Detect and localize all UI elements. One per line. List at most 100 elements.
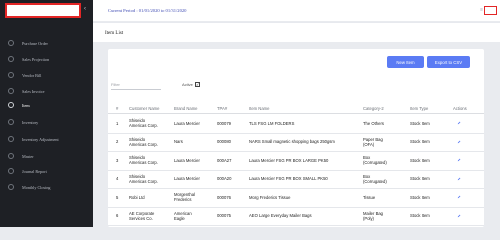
sidebar-item-label: Inventory [22, 119, 39, 125]
col-customer-header[interactable]: Customer Name [129, 106, 159, 111]
edit-icon[interactable] [457, 121, 461, 125]
sidebar-item-label: Purchase Order [22, 40, 48, 46]
item-name: Laura Mercier FSG PR BOX SMALL PK50 [249, 176, 328, 182]
menu-item-icon [8, 102, 14, 108]
customer-name: Shiseido Americas Corp. [129, 173, 158, 184]
header-divider [108, 113, 484, 114]
tpa-number: 000080 [217, 139, 231, 145]
row-divider [108, 206, 484, 207]
col-category-header[interactable]: Category-2 [363, 106, 384, 111]
item-type: Stock Item [410, 213, 430, 219]
sidebar-item-label: Sales Projection [22, 56, 50, 62]
hamburger-icon[interactable]: ≡ [480, 7, 483, 13]
edit-icon[interactable] [457, 214, 461, 218]
menu-item-icon [8, 56, 14, 62]
customer-name: AE Corporate Services Co. [129, 210, 155, 221]
brand-name: Morgenthal Frederics [174, 192, 195, 203]
filter-underline [111, 89, 161, 90]
row-divider [108, 151, 484, 152]
item-name: Morg Frederics Tissue [249, 194, 291, 200]
sidebar-item-sales-projection[interactable]: Sales Projection [0, 53, 93, 65]
col-tpa-header[interactable]: TPA# [217, 106, 227, 111]
tpa-number: 000A20 [217, 176, 232, 182]
item-type: Stock Item [410, 120, 430, 126]
sidebar-item-label: Master [22, 153, 34, 159]
item-type: Stock Item [410, 157, 430, 163]
row-divider [108, 132, 484, 133]
export-csv-button[interactable]: Export to CSV [427, 56, 470, 68]
row-divider [108, 169, 484, 170]
menu-item-icon [8, 40, 14, 46]
item-name: Laura Mercier FSG PR BOX LARGE PK50 [249, 157, 329, 163]
edit-icon[interactable] [457, 177, 461, 181]
sidebar-item-inventory[interactable]: Inventory [0, 116, 93, 128]
col-item-name-header[interactable]: Item Name [249, 106, 269, 111]
new-item-button[interactable]: New Item [387, 56, 424, 68]
user-menu-box[interactable] [484, 6, 497, 15]
sidebar-item-label: Journal Report [22, 168, 47, 174]
menu-item-icon [8, 184, 14, 190]
sidebar-item-purchase-order[interactable]: Purchase Order [0, 37, 93, 49]
row-number: 3 [116, 157, 119, 163]
sidebar: ‹ Purchase Order Sales Projection Vendor B… [0, 0, 93, 227]
tpa-number: 000A27 [217, 157, 232, 163]
brand-name: Nars [174, 139, 183, 145]
brand-name: Laura Mercier [174, 120, 200, 126]
category: Tissue [363, 194, 376, 200]
customer-name: Shiseido Americas Corp. [129, 155, 158, 166]
sidebar-item-label: Inventory Adjustment [22, 136, 59, 142]
sidebar-item-master[interactable]: Master [0, 150, 93, 162]
sidebar-item-label: Sales Invoice [22, 88, 45, 94]
sidebar-item-inventory-adjustment[interactable]: Inventory Adjustment [0, 133, 93, 145]
category: Box (Corrugated) [363, 173, 387, 184]
item-type: Stock Item [410, 194, 430, 200]
row-number: 5 [116, 194, 119, 200]
menu-item-icon [8, 153, 14, 159]
tpa-number: 000075 [217, 213, 231, 219]
customer-name: Shiseido Americas Corp. [129, 136, 158, 147]
sidebar-item-journal-report[interactable]: Journal Report [0, 165, 93, 177]
item-type: Stock Item [410, 176, 430, 182]
category: Paper Bag (OFA) [363, 136, 383, 147]
filter-input[interactable]: Filter [111, 82, 120, 87]
sidebar-item-label: Item [22, 102, 30, 108]
edit-icon[interactable] [457, 140, 461, 144]
brand-name: Laura Mercier [174, 157, 200, 163]
sidebar-item-vendor-bill[interactable]: Vendor Bill [0, 69, 93, 81]
brand-name: American Eagle [174, 210, 192, 221]
current-period: Current Period : 01/01/2020 to 01/31/202… [108, 8, 187, 13]
edit-icon[interactable] [457, 158, 461, 162]
logo-placeholder [5, 3, 81, 18]
active-checkbox[interactable]: ✓ [195, 81, 200, 87]
col-item-type-header[interactable]: Item Type [410, 106, 428, 111]
active-label: Active [182, 82, 193, 87]
page-title: Item List [105, 31, 124, 36]
menu-item-icon [8, 88, 14, 94]
col-number-header[interactable]: # [116, 106, 118, 111]
row-number: 4 [116, 176, 119, 182]
row-number: 6 [116, 213, 119, 219]
col-brand-header[interactable]: Brand Name [174, 106, 198, 111]
sidebar-item-item[interactable]: Item [0, 99, 93, 111]
menu-item-icon [8, 119, 14, 125]
menu-item-icon [8, 72, 14, 78]
item-name: NARS Small magnetic shopping bags 250gsm [249, 139, 335, 145]
item-type: Stock Item [410, 139, 430, 145]
tpa-number: 000079 [217, 120, 231, 126]
sidebar-item-sales-invoice[interactable]: Sales Invoice [0, 85, 93, 97]
category: The Others [363, 120, 384, 126]
row-number: 2 [116, 139, 119, 145]
col-actions-header[interactable]: Actions [453, 106, 467, 111]
item-name: TLS FSG LM FOLDERS [249, 120, 295, 126]
brand-name: Laura Mercier [174, 176, 200, 182]
customer-name: Shiseido Americas Corp. [129, 118, 158, 129]
sidebar-item-label: Monthly Closing [22, 184, 51, 190]
edit-icon[interactable] [457, 195, 461, 199]
menu-item-icon [8, 136, 14, 142]
page-header: Item List [93, 22, 500, 42]
sidebar-item-monthly-closing[interactable]: Monthly Closing [0, 181, 93, 193]
item-name: AEO Large Everyday Mailer Bags [249, 213, 312, 219]
tpa-number: 000076 [217, 194, 231, 200]
menu-item-icon [8, 168, 14, 174]
collapse-sidebar-icon[interactable]: ‹ [84, 6, 86, 12]
